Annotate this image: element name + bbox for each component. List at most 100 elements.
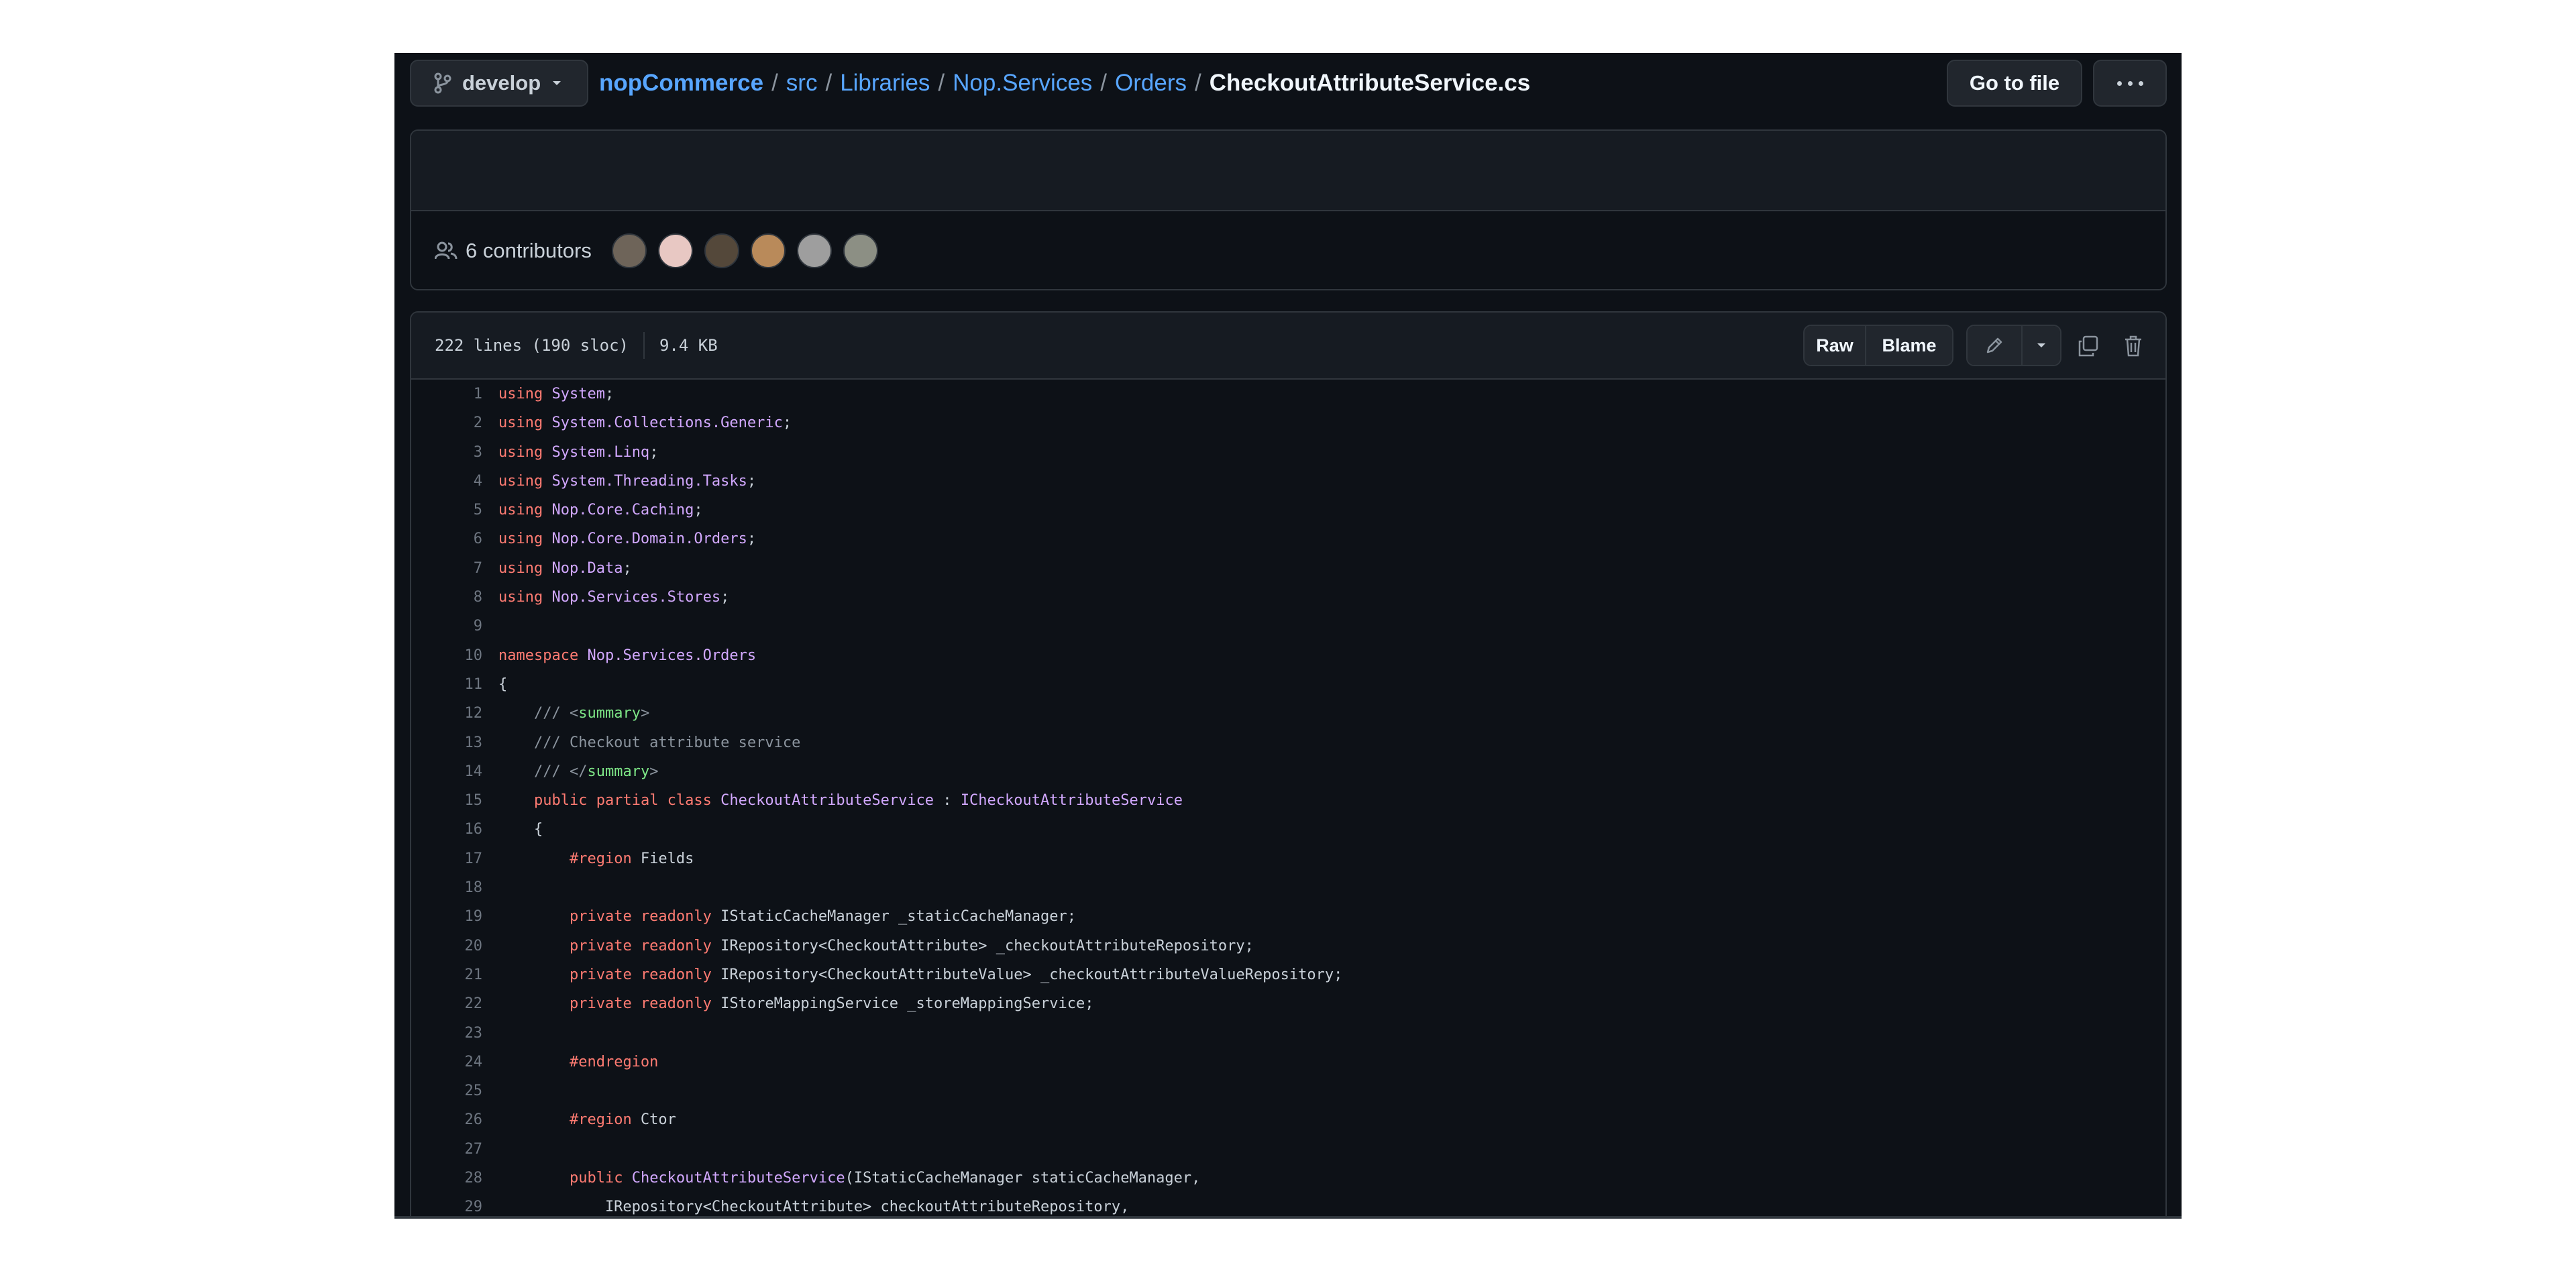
caret-down-icon (2037, 343, 2045, 347)
line-number[interactable]: 9 (411, 612, 482, 641)
branch-selector-button[interactable]: develop (410, 60, 588, 107)
line-number[interactable]: 15 (411, 786, 483, 815)
code-token: namespace (498, 647, 579, 664)
breadcrumb-file-name: CheckoutAttributeService.cs (1209, 70, 1531, 96)
code-token: using (498, 589, 543, 606)
breadcrumb-repo-link[interactable]: nopCommerce (599, 70, 763, 97)
breadcrumb-folder-src[interactable]: src (786, 70, 818, 97)
code-token: /// (498, 763, 570, 780)
code-token: ICheckoutAttributeService (960, 792, 1183, 810)
line-number[interactable]: 12 (411, 699, 483, 728)
code-line: 11 { (411, 670, 2165, 699)
line-code: { (498, 815, 543, 844)
line-code: using System; (498, 380, 614, 408)
line-code: using Nop.Services.Stores; (498, 583, 729, 612)
blame-button[interactable]: Blame (1866, 326, 1952, 365)
line-number[interactable]: 22 (411, 989, 483, 1018)
raw-button[interactable]: Raw (1805, 326, 1866, 365)
delete-button[interactable] (2117, 330, 2149, 362)
line-number[interactable]: 11 (411, 670, 483, 699)
code-line: 16 { (411, 815, 2165, 844)
contributor-avatar[interactable] (611, 233, 647, 268)
code-line: 19 private readonly IStaticCacheManager … (411, 902, 2165, 931)
divider (643, 332, 645, 359)
code-token: Nop.Services.Stores (551, 589, 721, 606)
breadcrumb-folder-libraries[interactable]: Libraries (840, 70, 930, 97)
breadcrumb-folder-orders[interactable]: Orders (1115, 70, 1187, 97)
line-code: /// Checkout attribute service (498, 728, 800, 757)
contributor-avatar[interactable] (796, 233, 832, 268)
code-line: 29 IRepository<CheckoutAttribute> checko… (411, 1193, 2165, 1216)
code-line: 4 using System.Threading.Tasks; (411, 467, 2165, 496)
line-number[interactable]: 1 (411, 380, 482, 408)
line-code: private readonly IRepository<CheckoutAtt… (498, 932, 1254, 960)
line-code: { (498, 670, 507, 699)
contributors-row[interactable]: 6 contributors (411, 211, 2165, 289)
line-number[interactable]: 23 (411, 1019, 483, 1048)
contributor-avatar[interactable] (657, 233, 693, 268)
go-to-file-button[interactable]: Go to file (1947, 60, 2082, 107)
raw-blame-group: Raw Blame (1803, 325, 1953, 366)
line-code: private readonly IRepository<CheckoutAtt… (498, 960, 1342, 989)
breadcrumb-folder-nop-services[interactable]: Nop.Services (953, 70, 1092, 97)
more-options-button[interactable] (2093, 60, 2167, 107)
line-number[interactable]: 29 (411, 1193, 483, 1216)
line-number[interactable]: 27 (411, 1135, 483, 1164)
line-number[interactable]: 4 (411, 467, 482, 496)
line-number[interactable]: 10 (411, 641, 483, 670)
line-number[interactable]: 8 (411, 583, 482, 612)
code-line: 9 (411, 612, 2165, 641)
code-line: 10 namespace Nop.Services.Orders (411, 641, 2165, 670)
code-line: 25 (411, 1077, 2165, 1105)
line-number[interactable]: 20 (411, 932, 483, 960)
line-number[interactable]: 26 (411, 1105, 483, 1134)
line-number[interactable]: 14 (411, 757, 483, 786)
line-code: /// </summary> (498, 757, 658, 786)
edit-button-group (1966, 325, 2061, 366)
code-token: IStoreMappingService _storeMappingServic… (711, 995, 1094, 1013)
code-line: 24 #endregion (411, 1048, 2165, 1077)
contributor-avatar[interactable] (843, 233, 878, 268)
line-number[interactable]: 5 (411, 496, 482, 525)
code-token: IRepository<CheckoutAttribute> checkoutA… (498, 1199, 1130, 1216)
code-token: #region (569, 850, 632, 867)
file-size: 9.4 KB (659, 336, 718, 355)
contributor-avatar[interactable] (704, 233, 739, 268)
line-number[interactable]: 16 (411, 815, 483, 844)
code-token: ; (694, 502, 703, 519)
code-token: using (498, 502, 543, 519)
line-number[interactable]: 21 (411, 960, 483, 989)
copy-button[interactable] (2072, 330, 2104, 362)
contributor-avatar[interactable] (750, 233, 786, 268)
line-number[interactable]: 2 (411, 408, 482, 437)
line-number[interactable]: 19 (411, 902, 483, 931)
edit-dropdown-button[interactable] (2023, 326, 2060, 365)
line-number[interactable]: 7 (411, 554, 482, 583)
edit-button[interactable] (1968, 326, 2023, 365)
line-number[interactable]: 25 (411, 1077, 483, 1105)
line-number[interactable]: 17 (411, 844, 483, 873)
github-file-view: develop nopCommerce / src / Libraries / … (394, 53, 2182, 1219)
line-number[interactable]: 3 (411, 438, 482, 467)
line-number[interactable]: 6 (411, 525, 482, 553)
code-token: : (934, 792, 961, 810)
line-number[interactable]: 24 (411, 1048, 483, 1077)
code-token: using (498, 559, 543, 577)
pencil-icon (1986, 337, 2002, 353)
line-number[interactable]: 28 (411, 1164, 483, 1193)
breadcrumb: nopCommerce / src / Libraries / Nop.Serv… (599, 65, 1530, 101)
line-number[interactable]: 13 (411, 728, 483, 757)
code-line: 6 using Nop.Core.Domain.Orders; (411, 525, 2165, 553)
ellipsis-dot (2116, 80, 2122, 86)
line-code: using System.Threading.Tasks; (498, 467, 756, 496)
code-token: Ctor (631, 1111, 676, 1129)
code-token: ; (782, 415, 792, 432)
line-number[interactable]: 18 (411, 873, 483, 902)
code-line: 28 public CheckoutAttributeService(IStat… (411, 1164, 2165, 1193)
line-code: #region Ctor (498, 1105, 676, 1134)
